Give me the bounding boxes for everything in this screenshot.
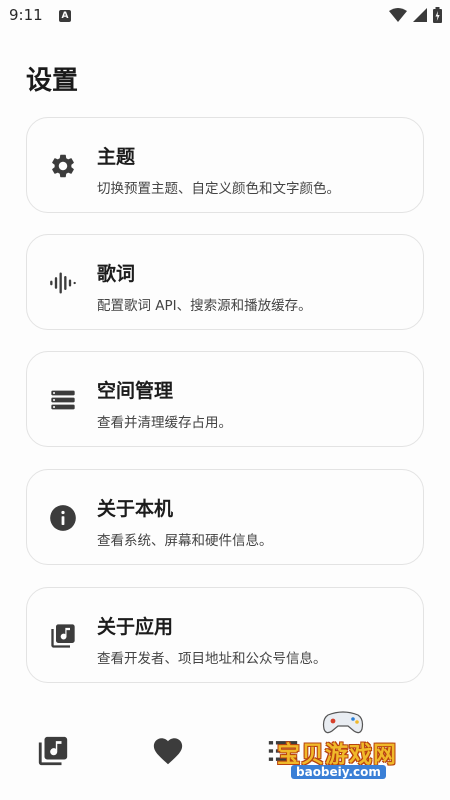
settings-card-about-device[interactable]: 关于本机 查看系统、屏幕和硬件信息。 xyxy=(26,469,424,565)
settings-card-storage[interactable]: 空间管理 查看并清理缓存占用。 xyxy=(26,351,424,447)
settings-card-about-app[interactable]: 关于应用 查看开发者、项目地址和公众号信息。 xyxy=(26,587,424,683)
card-title: 关于本机 xyxy=(97,498,174,520)
signal-icon xyxy=(413,8,427,22)
watermark-domain: baobeiy.com xyxy=(291,765,386,779)
card-description: 查看并清理缓存占用。 xyxy=(97,415,232,431)
info-icon xyxy=(50,505,76,531)
card-description: 配置歌词 API、搜索源和播放缓存。 xyxy=(97,298,312,314)
gamepad-icon xyxy=(322,711,364,734)
status-time: 9:11 xyxy=(9,6,43,24)
watermark-text: 宝贝游戏网 xyxy=(277,742,397,768)
status-bar: 9:11 A xyxy=(0,0,450,32)
settings-card-theme[interactable]: 主题 切换预置主题、自定义颜色和文字颜色。 xyxy=(26,117,424,213)
wifi-icon xyxy=(389,8,407,22)
card-title: 空间管理 xyxy=(97,380,174,402)
card-description: 查看系统、屏幕和硬件信息。 xyxy=(97,533,273,549)
status-icons xyxy=(389,6,442,24)
heart-icon[interactable] xyxy=(151,734,185,768)
settings-card-lyrics[interactable]: 歌词 配置歌词 API、搜索源和播放缓存。 xyxy=(26,234,424,330)
card-title: 主题 xyxy=(97,146,136,168)
battery-icon xyxy=(433,7,442,23)
card-description: 查看开发者、项目地址和公众号信息。 xyxy=(97,651,327,667)
music-library-icon xyxy=(51,624,75,648)
card-title: 关于应用 xyxy=(97,616,174,638)
watermark: 宝贝游戏网 baobeiy.com xyxy=(265,705,425,785)
page-title: 设置 xyxy=(26,66,79,96)
card-description: 切换预置主题、自定义颜色和文字颜色。 xyxy=(97,181,340,197)
waveform-icon xyxy=(50,272,76,294)
gear-icon xyxy=(52,154,74,178)
card-title: 歌词 xyxy=(97,263,136,285)
status-notification-icon: A xyxy=(59,10,71,22)
storage-icon xyxy=(51,390,75,410)
music-library-icon[interactable] xyxy=(36,734,70,768)
